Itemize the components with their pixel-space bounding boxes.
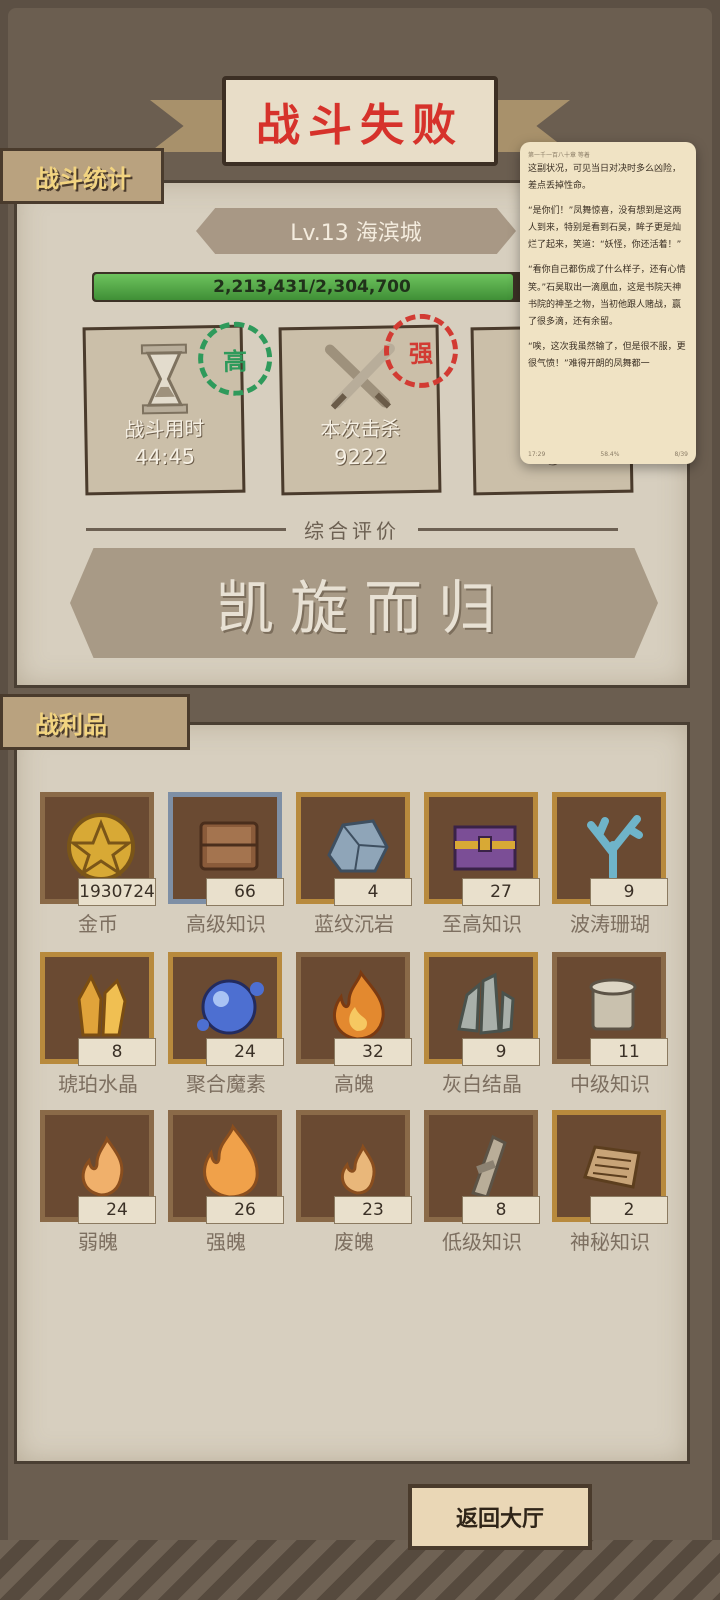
loot-name: 低级知识: [442, 1230, 522, 1254]
loot-item[interactable]: 8 琥珀水晶: [38, 950, 158, 1100]
rock-icon: [327, 819, 389, 873]
stat-card-kills: 强 本次击杀 9222: [278, 313, 459, 496]
loot-count: 9: [590, 878, 668, 906]
scroll-icon: [589, 978, 637, 1031]
loot-count: 9: [462, 1038, 540, 1066]
small-flame-icon: [81, 1135, 124, 1197]
loot-name: 琥珀水晶: [58, 1072, 138, 1096]
loot-item[interactable]: 66 高级知识: [166, 790, 286, 940]
loot-name: 波涛珊瑚: [570, 912, 650, 936]
coral-icon: [587, 815, 643, 881]
reader-paragraph: “是你们！”凤舞惊喜，没有想到是这两人到来，特别是看到石昊，眸子更是灿烂了起来，…: [528, 206, 682, 251]
amber-crystal-icon: [77, 973, 127, 1037]
section-tag-loot: 战利品: [0, 694, 190, 750]
mana-orb-icon: [197, 979, 264, 1035]
reader-progress: 58.4%: [600, 451, 620, 458]
page-title: 战斗失败: [256, 100, 464, 151]
loot-count: 24: [78, 1196, 156, 1224]
reader-body: 这副状况，可见当日对决时多么凶险，差点丢掉性命。 “是你们！”凤舞惊喜，没有想到…: [520, 161, 696, 373]
section-tag-stats: 战斗统计: [0, 148, 164, 204]
stat-card-time: 高 战斗用时 44:45: [82, 321, 273, 496]
reader-time: 17:29: [528, 451, 546, 458]
loot-item[interactable]: 24 聚合魔素: [166, 950, 286, 1100]
reader-paragraph: “看你自己都伤成了什么样子，还有心情笑。”石昊取出一滴凰血，这是书院天神书院的神…: [528, 265, 686, 327]
strong-flame-icon: [203, 1123, 259, 1199]
loot-item[interactable]: 24 弱魄: [38, 1108, 158, 1258]
loot-count: 66: [206, 878, 284, 906]
tome-icon: [199, 821, 259, 871]
loot-count: 27: [462, 878, 540, 906]
hourglass-icon: [140, 343, 189, 415]
rating-divider-right: [418, 527, 618, 531]
waste-flame-icon: [340, 1143, 376, 1195]
loot-count: 23: [334, 1196, 412, 1224]
loot-item[interactable]: 4 蓝纹沉岩: [294, 790, 414, 940]
reader-page: 8/39: [674, 451, 688, 458]
loot-item[interactable]: 9 波涛珊瑚: [550, 790, 670, 940]
rating-title: 综合评价: [304, 518, 400, 543]
rating-result: 凯旋而归: [215, 574, 512, 642]
loot-item[interactable]: 2 神秘知识: [550, 1108, 670, 1258]
loot-name: 高级知识: [186, 912, 266, 936]
loot-count: 32: [334, 1038, 412, 1066]
loot-item[interactable]: 26 强魄: [166, 1108, 286, 1258]
loot-count: 24: [206, 1038, 284, 1066]
loot-item[interactable]: 11 中级知识: [550, 950, 670, 1100]
stat-label-time: 战斗用时: [124, 416, 205, 442]
reader-footer: 17:29 58.4% 8/39: [528, 451, 688, 458]
stat-value-kills: 9222: [333, 444, 388, 470]
loot-name: 废魄: [334, 1230, 374, 1254]
rating-header: 综合评价: [86, 514, 618, 544]
progress-bar: 2,213,431/2,304,700: [92, 272, 532, 302]
loot-name: 蓝纹沉岩: [314, 912, 394, 936]
loot-item[interactable]: 23 废魄: [294, 1108, 414, 1258]
level-banner: Lv.13 海滨城: [196, 208, 516, 254]
reader-overlay[interactable]: 第一千一百八十章 等着 这副状况，可见当日对决时多么凶险，差点丢掉性命。 “是你…: [520, 142, 696, 464]
loot-item[interactable]: 27 至高知识: [422, 790, 542, 940]
loot-name: 至高知识: [442, 912, 522, 936]
ancient-tablet-icon: [583, 1145, 641, 1189]
title-banner: 战斗失败: [150, 72, 570, 182]
loot-item[interactable]: 9 灰白结晶: [422, 950, 542, 1100]
loot-item[interactable]: 32 高魄: [294, 950, 414, 1100]
title-plate: 战斗失败: [222, 76, 498, 166]
rating-plaque: 凯旋而归: [70, 548, 658, 658]
loot-count: 8: [462, 1196, 540, 1224]
stat-label-kills: 本次击杀: [320, 416, 401, 442]
reader-paragraph: “唉，这次我虽然输了，但是很不服，更很气愤！”难得开朗的凤舞都一: [528, 341, 686, 369]
stat-value-time: 44:45: [134, 444, 196, 470]
loot-item[interactable]: 1930724 金币: [38, 790, 158, 940]
loot-name: 金币: [78, 912, 118, 936]
loot-name: 弱魄: [78, 1230, 118, 1254]
loot-name: 聚合魔素: [186, 1072, 266, 1096]
fire-spirit-icon: [332, 969, 385, 1041]
return-lobby-button[interactable]: 返回大厅: [408, 1484, 592, 1550]
loot-name: 神秘知识: [570, 1230, 650, 1254]
bottom-pattern: [0, 1540, 720, 1600]
loot-count: 2: [590, 1196, 668, 1224]
rolled-scroll-icon: [471, 1134, 507, 1199]
loot-count: 8: [78, 1038, 156, 1066]
rating-divider-left: [86, 527, 286, 531]
loot-count: 26: [206, 1196, 284, 1224]
loot-count: 4: [334, 878, 412, 906]
loot-name: 中级知识: [570, 1072, 650, 1096]
reader-header: 第一千一百八十章 等着: [528, 152, 590, 159]
progress-text: 2,213,431/2,304,700: [213, 277, 411, 297]
loot-item[interactable]: 8 低级知识: [422, 1108, 542, 1258]
loot-name: 强魄: [206, 1230, 246, 1254]
loot-count: 11: [590, 1038, 668, 1066]
chest-book-icon: [453, 825, 517, 871]
loot-name: 灰白结晶: [442, 1072, 522, 1096]
loot-count: 1930724: [78, 878, 156, 906]
reader-paragraph: 这副状况，可见当日对决时多么凶险，差点丢掉性命。: [528, 164, 682, 192]
loot-name: 高魄: [334, 1072, 374, 1096]
gold-coin-icon: [67, 813, 135, 881]
grey-crystal-icon: [457, 972, 515, 1035]
